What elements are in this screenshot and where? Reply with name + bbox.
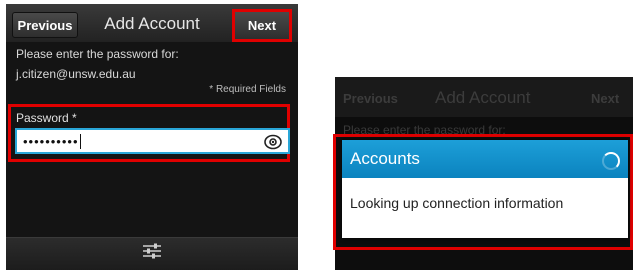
dimmed-previous-button: Previous (343, 91, 398, 106)
sliders-icon[interactable] (142, 243, 162, 259)
prompt-text: Please enter the password for: (16, 47, 179, 61)
previous-button[interactable]: Previous (12, 12, 78, 38)
accounts-dialog: Accounts Looking up connection informati… (342, 140, 628, 238)
dialog-title: Accounts (350, 149, 420, 168)
password-label: Password * (16, 111, 77, 125)
password-value: •••••••••• (23, 133, 79, 149)
eye-icon[interactable] (264, 134, 282, 150)
required-fields-note: * Required Fields (209, 84, 286, 95)
dialog-header: Accounts (342, 140, 628, 178)
dimmed-page-title: Add Account (435, 88, 531, 107)
text-cursor (79, 133, 81, 149)
dimmed-next-button: Next (591, 91, 620, 106)
account-email: j.citizen@unsw.edu.au (16, 67, 136, 81)
dialog-message: Looking up connection information (350, 195, 564, 211)
next-button[interactable]: Next (232, 9, 292, 42)
password-field[interactable]: •••••••••• (15, 128, 290, 154)
page-title: Add Account (104, 14, 200, 33)
spinner-icon (602, 152, 620, 170)
